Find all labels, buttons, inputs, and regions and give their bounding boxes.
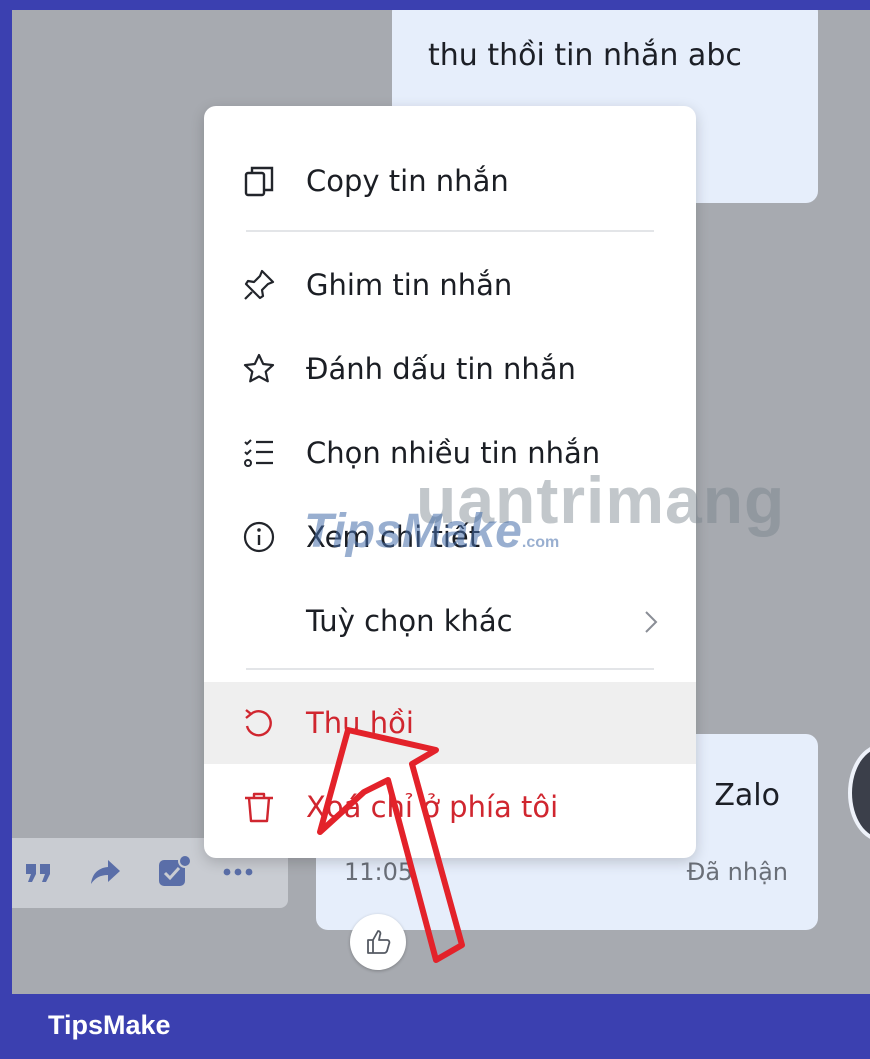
menu-item-more-options[interactable]: Tuỳ chọn khác xyxy=(204,580,696,662)
menu-item-label: Xem chi tiết xyxy=(306,520,481,554)
menu-item-delete-for-me[interactable]: Xoá chỉ ở phía tôi xyxy=(204,766,696,848)
avatar[interactable] xyxy=(848,744,870,842)
menu-item-label: Xoá chỉ ở phía tôi xyxy=(306,790,559,824)
chat-screen: thu thồi tin nhắn abc Zalo 11:05 Đã nhận xyxy=(12,10,870,994)
multi-select-icon xyxy=(244,439,273,467)
more-icon[interactable] xyxy=(220,854,256,890)
info-icon xyxy=(243,521,275,553)
menu-item-bookmark[interactable]: Đánh dấu tin nhắn xyxy=(204,328,696,410)
footer-brand: TipsMake xyxy=(48,1010,171,1040)
message-text: Zalo xyxy=(714,778,780,813)
like-button[interactable] xyxy=(350,914,406,970)
context-menu: Copy tin nhắn Ghim tin nhắn Đánh dấu tin… xyxy=(204,106,696,858)
menu-item-multi-select[interactable]: Chọn nhiều tin nhắn xyxy=(204,412,696,494)
pin-icon xyxy=(244,269,275,300)
trash-icon xyxy=(245,792,273,823)
task-icon[interactable] xyxy=(156,854,192,890)
menu-item-label: Ghim tin nhắn xyxy=(306,268,513,302)
message-text: thu thồi tin nhắn abc xyxy=(428,38,742,73)
chevron-right-icon xyxy=(645,611,658,633)
menu-item-pin[interactable]: Ghim tin nhắn xyxy=(204,244,696,326)
screenshot-frame: thu thồi tin nhắn abc Zalo 11:05 Đã nhận xyxy=(0,0,870,1059)
menu-item-label: Đánh dấu tin nhắn xyxy=(306,352,576,386)
forward-icon[interactable] xyxy=(88,854,124,890)
menu-item-label: Chọn nhiều tin nhắn xyxy=(306,436,601,470)
menu-item-label: Tuỳ chọn khác xyxy=(306,604,513,638)
star-icon xyxy=(243,353,275,383)
menu-item-label: Thu hồi xyxy=(306,706,414,740)
message-time: 11:05 xyxy=(344,858,414,886)
thumbs-up-icon xyxy=(367,930,391,954)
menu-divider xyxy=(246,230,654,232)
message-status: Đã nhận xyxy=(686,858,788,886)
menu-divider xyxy=(246,668,654,670)
menu-item-details[interactable]: Xem chi tiết xyxy=(204,496,696,578)
menu-item-label: Copy tin nhắn xyxy=(306,164,509,198)
menu-item-recall[interactable]: Thu hồi xyxy=(204,682,696,764)
quote-icon[interactable] xyxy=(20,854,56,890)
recall-icon xyxy=(245,709,272,737)
footer-bar: TipsMake xyxy=(0,994,870,1059)
copy-icon xyxy=(244,166,274,197)
menu-item-copy[interactable]: Copy tin nhắn xyxy=(204,140,696,222)
